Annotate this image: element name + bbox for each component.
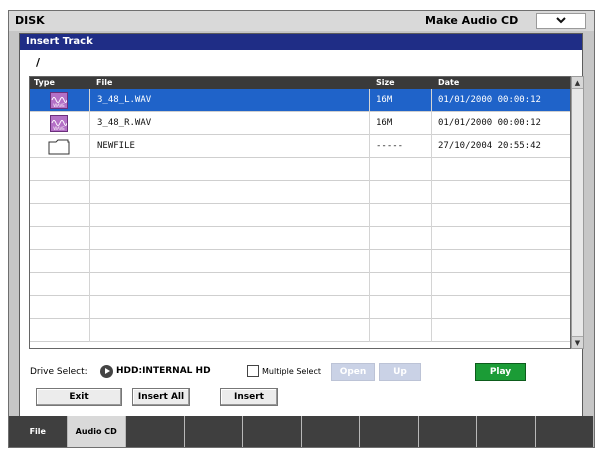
file-cell: 3_48_R.WAV	[90, 112, 370, 135]
page-title: Make Audio CD	[425, 14, 519, 27]
tab-empty-4[interactable]	[243, 416, 302, 447]
multiple-select-checkbox[interactable]	[247, 365, 259, 377]
exit-button[interactable]: Exit	[36, 388, 122, 406]
tab-empty-5[interactable]	[301, 416, 360, 447]
type-cell: WAVE	[30, 89, 90, 112]
date-cell: 27/10/2004 20:55:42	[438, 141, 541, 151]
drive-select-icon[interactable]	[100, 365, 113, 378]
empty-row	[30, 273, 570, 296]
empty-row	[30, 204, 570, 227]
empty-row	[30, 296, 570, 319]
svg-text:WAVE: WAVE	[53, 126, 65, 131]
open-button[interactable]: Open	[331, 363, 375, 381]
multiple-select-label: Multiple Select	[262, 367, 321, 376]
date-cell: 01/01/2000 00:00:12	[438, 118, 541, 128]
tab-empty-8[interactable]	[477, 416, 536, 447]
svg-text:WAVE: WAVE	[53, 103, 65, 108]
table-header: Type File Size Date	[30, 77, 570, 89]
insert-button[interactable]: Insert	[220, 388, 278, 406]
mode-title: DISK	[15, 14, 45, 27]
wave-icon: WAVE	[50, 92, 68, 109]
column-header-type: Type	[34, 78, 55, 87]
empty-row	[30, 250, 570, 273]
tab-empty-9[interactable]	[535, 416, 594, 447]
tab-empty-3[interactable]	[184, 416, 243, 447]
tab-file[interactable]: File	[9, 416, 68, 447]
up-button[interactable]: Up	[379, 363, 421, 381]
scroll-up-button[interactable]: ▲	[572, 77, 583, 89]
type-cell: WAVE	[30, 112, 90, 135]
empty-row	[30, 319, 570, 342]
file-cell: 3_48_L.WAV	[90, 89, 370, 112]
date-cell: 01/01/2000 00:00:12	[438, 95, 541, 105]
tab-empty-7[interactable]	[418, 416, 477, 447]
top-bar: DISK Make Audio CD	[9, 11, 594, 31]
drive-select-value[interactable]: HDD:INTERNAL HD	[116, 366, 211, 376]
insert-all-button[interactable]: Insert All	[132, 388, 190, 406]
empty-row	[30, 227, 570, 250]
bottom-tab-bar: File Audio CD	[9, 416, 594, 447]
current-path: /	[36, 56, 41, 69]
disk-window: DISK Make Audio CD Insert Track / Type F…	[8, 10, 595, 448]
empty-row	[30, 158, 570, 181]
table-row[interactable]: WAVE 3_48_R.WAV 16M 01/01/2000 00:00:12	[30, 112, 570, 135]
page-menu-button[interactable]	[536, 13, 586, 29]
dialog-title: Insert Track	[20, 34, 582, 50]
tab-empty-6[interactable]	[360, 416, 419, 447]
file-cell: NEWFILE	[90, 135, 370, 158]
size-cell: 16M	[370, 112, 432, 135]
table-row[interactable]: NEWFILE ----- 27/10/2004 20:55:42	[30, 135, 570, 158]
tab-audio-cd[interactable]: Audio CD	[67, 416, 126, 447]
folder-icon	[48, 139, 70, 155]
column-header-file: File	[96, 78, 113, 87]
insert-track-dialog: Insert Track / Type File Size Date WAVE 3…	[19, 33, 584, 417]
scroll-down-button[interactable]: ▼	[572, 336, 583, 348]
drive-select-label: Drive Select:	[30, 367, 88, 377]
tab-empty-2[interactable]	[126, 416, 185, 447]
table-body: WAVE 3_48_L.WAV 16M 01/01/2000 00:00:12 WAVE…	[30, 89, 570, 342]
play-button[interactable]: Play	[475, 363, 526, 381]
table-row[interactable]: WAVE 3_48_L.WAV 16M 01/01/2000 00:00:12	[30, 89, 570, 112]
type-cell	[30, 135, 90, 158]
size-cell: -----	[370, 135, 432, 158]
empty-row	[30, 181, 570, 204]
column-header-date: Date	[438, 78, 460, 87]
size-cell: 16M	[370, 89, 432, 112]
file-table: Type File Size Date WAVE 3_48_L.WAV 16M 01/…	[29, 76, 571, 349]
column-header-size: Size	[376, 78, 395, 87]
scrollbar[interactable]: ▲ ▼	[571, 76, 584, 349]
chevron-down-icon	[555, 15, 567, 29]
wave-icon: WAVE	[50, 115, 68, 132]
